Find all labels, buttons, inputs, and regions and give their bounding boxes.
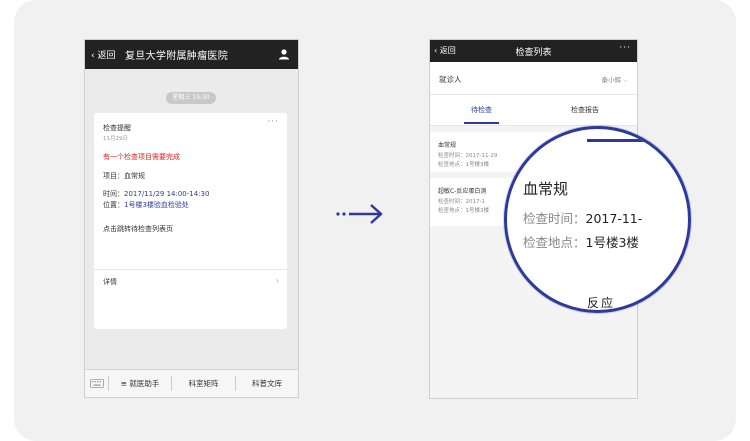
message-card[interactable]: ··· 检查提醒 11月29日 有一个检查项目需要完成 项目：血常规 时间：20… xyxy=(94,113,287,329)
list-title: 检查列表 xyxy=(515,48,552,58)
bottom-menu: ≡ 就医助手 科室矩阵 科普文库 xyxy=(85,369,298,397)
more-icon[interactable]: ··· xyxy=(267,117,279,127)
patient-value: 秦小辉 ⌵ xyxy=(601,74,628,85)
zoomed-next-fragment: 反应 xyxy=(587,296,616,310)
back-label: 返回 xyxy=(97,51,116,61)
exam-time: 检查时间：2017-1 xyxy=(438,199,485,205)
exam-time: 检查时间：2017-11-29 xyxy=(438,153,498,159)
tab-medical-assistant[interactable]: ≡ 就医助手 xyxy=(109,370,171,397)
chat-header: ‹ 返回 复旦大学附属肿瘤医院 xyxy=(85,40,298,69)
place-value: 1号楼3楼验血检验处 xyxy=(124,201,189,209)
flow-arrow-icon xyxy=(336,204,383,224)
chevron-right-icon: › xyxy=(275,276,279,285)
zoomed-exam-time: 检查时间：2017-11- xyxy=(523,208,642,227)
item-label: 项目： xyxy=(103,172,124,180)
divider xyxy=(94,269,287,270)
exam-place: 检查地点：1号楼3楼 xyxy=(438,208,489,214)
exam-tabs: 待检查 检查报告 xyxy=(430,95,637,126)
message-item-row: 项目：血常规 xyxy=(103,171,145,181)
user-icon[interactable] xyxy=(278,48,290,60)
exam-name: 超敏C-反应蛋白测 xyxy=(438,188,487,195)
place-label: 位置： xyxy=(103,201,124,209)
patient-label: 就诊人 xyxy=(439,75,462,84)
patient-selector[interactable]: 就诊人 秦小辉 ⌵ xyxy=(430,62,637,95)
message-date: 11月29日 xyxy=(103,136,128,142)
message-hint: 点击跳转待检查列表页 xyxy=(103,225,173,233)
message-time-row: 时间：2017/11/29 14:00-14:30 xyxy=(103,189,209,199)
zoomed-time-value: 2017-11- xyxy=(585,211,643,226)
zoomed-tab-indicator xyxy=(587,139,657,142)
item-value: 血常规 xyxy=(124,172,145,180)
exam-name: 血常规 xyxy=(438,142,457,149)
message-title: 检查提醒 xyxy=(103,124,131,132)
time-value: 2017/11/29 14:00-14:30 xyxy=(124,190,210,198)
tab-pending[interactable]: 待检查 xyxy=(430,105,533,115)
chat-title: 复旦大学附属肿瘤医院 xyxy=(125,51,228,62)
time-label: 时间： xyxy=(103,190,124,198)
zoomed-exam-name: 血常规 xyxy=(523,180,569,198)
active-tab-indicator xyxy=(464,122,499,124)
magnifier-callout: 血常规 检查时间：2017-11- 检查地点：1号楼3楼 反应 xyxy=(504,126,691,313)
more-icon[interactable]: ··· xyxy=(619,43,631,53)
tab-department-matrix[interactable]: 科室矩阵 xyxy=(172,370,235,397)
patient-name: 秦小辉 xyxy=(601,76,621,84)
zoomed-place-label: 检查地点： xyxy=(523,235,586,250)
list-header: ‹ 返回 检查列表 ··· xyxy=(430,40,637,62)
date-badge: 星期三 19:30 xyxy=(166,92,216,104)
phone-chat-screen: ‹ 返回 复旦大学附属肿瘤医院 星期三 19:30 ··· 检查提醒 11月29… xyxy=(84,39,299,398)
chevron-down-icon: ⌵ xyxy=(623,76,628,84)
detail-link[interactable]: 详情 xyxy=(103,277,117,287)
tab-reports[interactable]: 检查报告 xyxy=(533,105,637,115)
keyboard-icon[interactable] xyxy=(90,377,104,389)
message-place-row: 位置：1号楼3楼验血检验处 xyxy=(103,200,189,210)
tab-science-library[interactable]: 科普文库 xyxy=(236,370,298,397)
zoomed-exam-place: 检查地点：1号楼3楼 xyxy=(523,232,639,251)
exam-place: 检查地点：1号楼3楼 xyxy=(438,162,489,168)
zoomed-time-label: 检查时间： xyxy=(523,211,586,226)
back-button[interactable]: ‹ 返回 xyxy=(91,48,115,61)
zoomed-place-value: 1号楼3楼 xyxy=(585,235,639,250)
tab-label: 就医助手 xyxy=(129,379,160,388)
message-alert: 有一个检查项目需要完成 xyxy=(103,153,180,161)
